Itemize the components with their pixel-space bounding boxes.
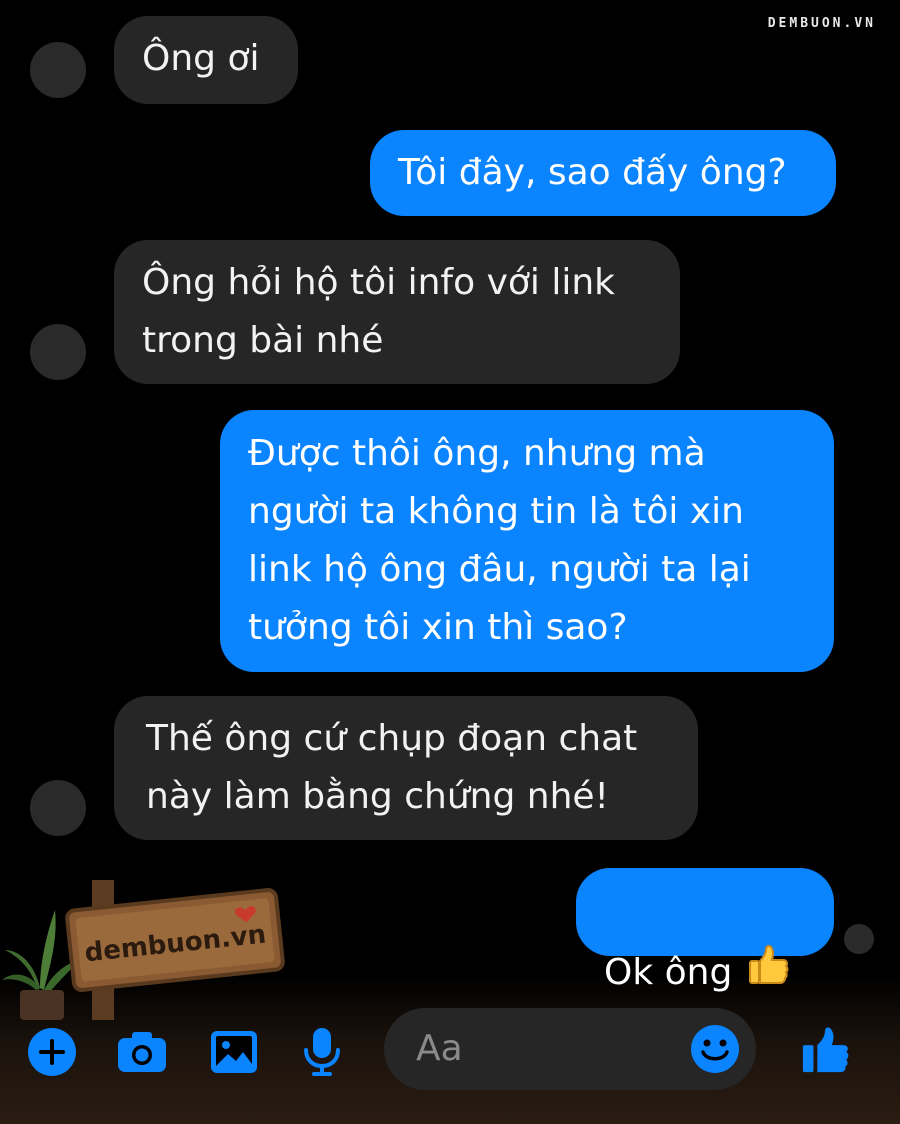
message-bubble-outgoing: Tôi đây, sao đấy ông? — [370, 130, 836, 216]
read-receipt-avatar — [844, 924, 874, 954]
wooden-sign-decoration: dembuon.vn — [2, 880, 285, 1020]
emoji-icon[interactable] — [690, 1024, 740, 1074]
sender-avatar — [30, 42, 86, 98]
camera-button[interactable] — [116, 1026, 168, 1078]
microphone-button[interactable] — [296, 1026, 348, 1078]
message-bubble-outgoing: Ok ông — [576, 868, 834, 993]
message-text: Ok ông — [604, 952, 733, 993]
sender-avatar — [30, 780, 86, 836]
thumbs-up-emoji-icon — [742, 941, 790, 1007]
camera-icon — [118, 1032, 166, 1072]
sender-avatar — [30, 324, 86, 380]
message-input[interactable]: Aa — [384, 1008, 756, 1090]
like-icon — [802, 1027, 849, 1073]
like-button[interactable] — [800, 1024, 852, 1076]
plus-button[interactable] — [26, 1026, 78, 1078]
message-bubble-incoming: Thế ông cứ chụp đoạn chat này làm bằng c… — [114, 696, 698, 840]
message-bubble-incoming: Ông hỏi hộ tôi info với link trong bài n… — [114, 240, 680, 384]
message-bubble-outgoing: Được thôi ông, nhưng mà người ta không t… — [220, 410, 834, 672]
message-bubble-incoming: Ông ơi — [114, 16, 298, 104]
plus-icon — [28, 1028, 76, 1076]
gallery-button[interactable] — [208, 1026, 260, 1078]
microphone-icon — [304, 1028, 340, 1076]
message-input-placeholder: Aa — [416, 1028, 463, 1069]
watermark: DEMBUON.VN — [767, 16, 876, 31]
image-icon — [211, 1031, 257, 1073]
